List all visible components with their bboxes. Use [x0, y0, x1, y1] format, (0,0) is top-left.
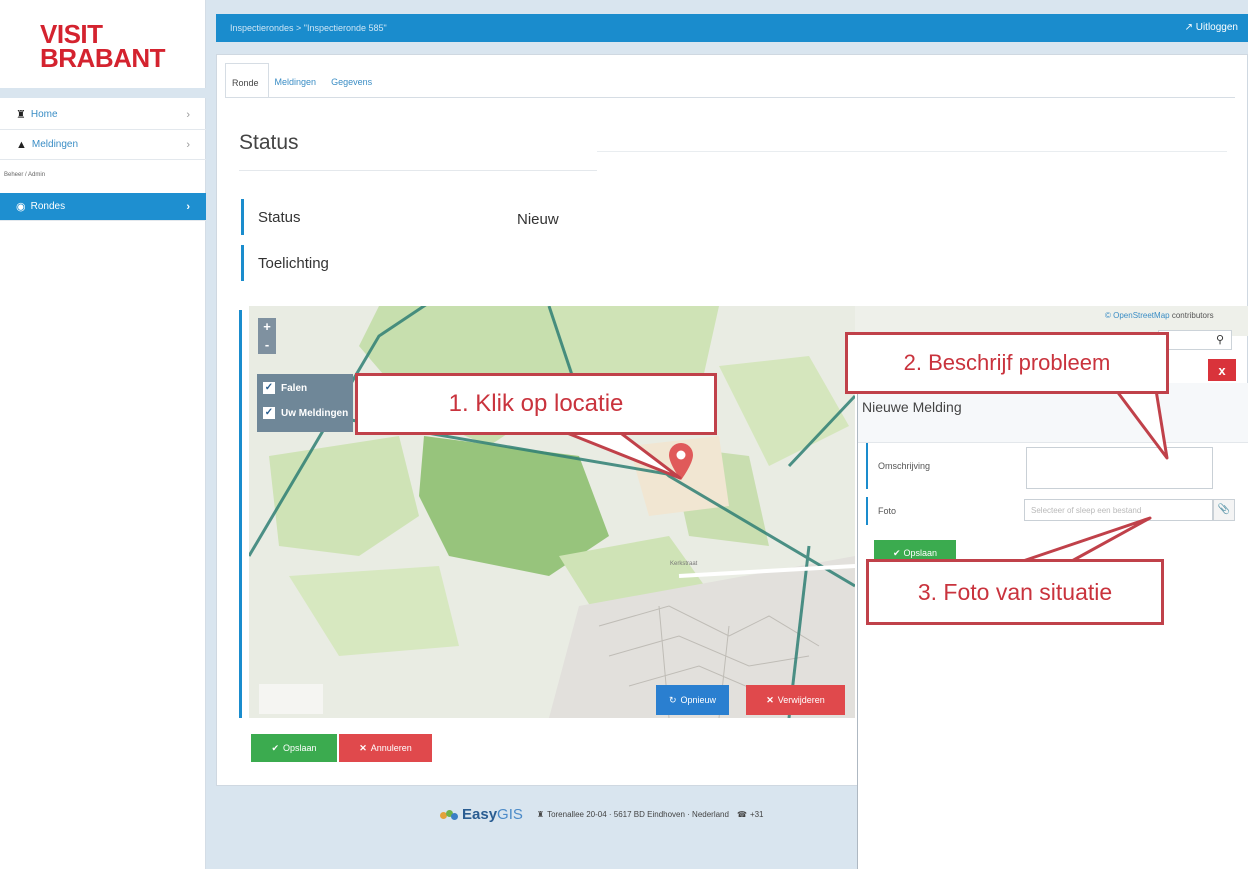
callout-step-2: 2. Beschrijf probleem	[845, 332, 1169, 394]
callout-step-3: 3. Foto van situatie	[866, 559, 1164, 625]
callout-step-1: 1. Klik op locatie	[355, 373, 717, 435]
